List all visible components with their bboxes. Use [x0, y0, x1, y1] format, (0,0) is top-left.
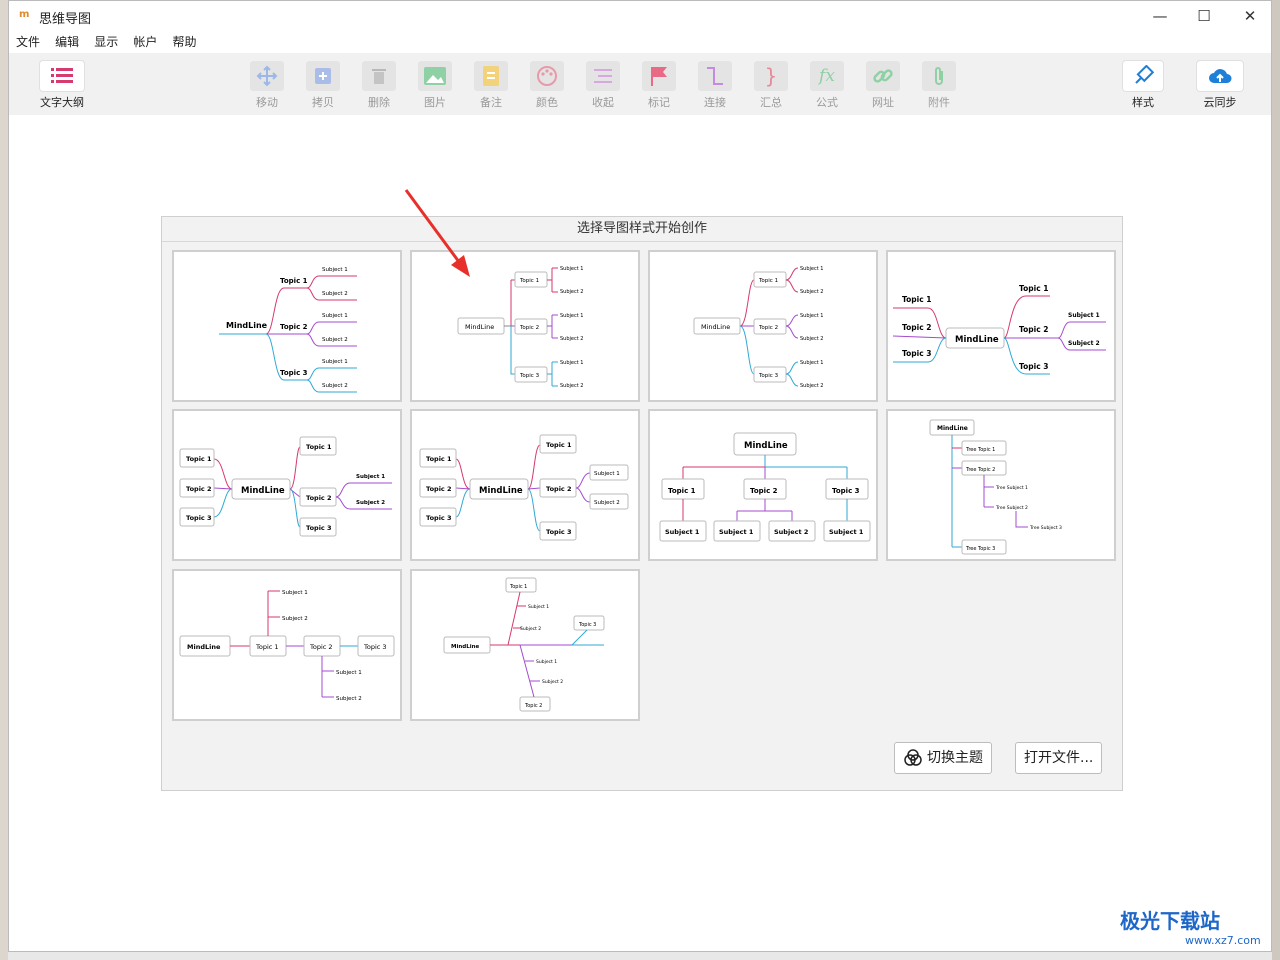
watermark-url: www.xz7.com [1185, 934, 1261, 947]
annotation-arrow [404, 189, 470, 277]
watermark-logo: 极光下载站 [1120, 909, 1220, 933]
